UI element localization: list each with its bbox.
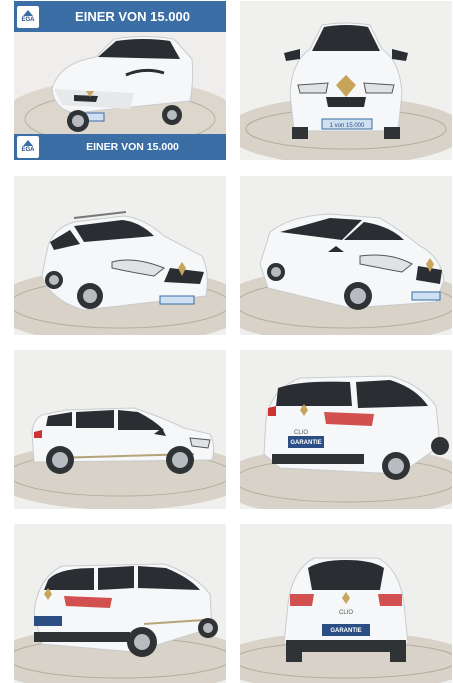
- ega-logo-text: EGA: [21, 16, 35, 23]
- car-photo-side-right: [14, 350, 226, 509]
- clio-badge: CLIO: [294, 430, 308, 436]
- banner-bottom-text: EINER VON 15.000: [86, 141, 179, 153]
- ega-logo: EGA: [17, 136, 39, 158]
- promo-banner-top: EGA EINER VON 15.000: [14, 1, 226, 32]
- car-photo-rear: CLIO GARANTIE: [240, 524, 452, 683]
- photo-tile-8[interactable]: CLIO GARANTIE: [240, 524, 452, 683]
- photo-tile-4[interactable]: [240, 176, 452, 335]
- photo-tile-5[interactable]: [14, 350, 226, 509]
- car-photo-front-left-3q: [14, 176, 226, 335]
- clio-badge-rear: CLIO: [339, 610, 353, 616]
- photo-tile-6[interactable]: GARANTIE CLIO: [240, 350, 452, 509]
- ega-logo-text: EGA: [21, 147, 35, 153]
- banner-top-text: EINER VON 15.000: [75, 9, 190, 24]
- promo-banner-bottom: EGA EINER VON 15.000: [14, 134, 226, 160]
- car-photo-front: 1 von 15.000: [240, 1, 452, 160]
- photo-gallery: EGA EINER VON 15.000 EGA EINER VON 15.00…: [14, 1, 453, 683]
- car-photo-rear-right-3q: GARANTIE CLIO: [240, 350, 452, 509]
- photo-tile-3[interactable]: [14, 176, 226, 335]
- car-photo-rear-left-3q: [14, 524, 226, 683]
- photo-tile-1[interactable]: EGA EINER VON 15.000 EGA EINER VON 15.00…: [14, 1, 226, 160]
- photo-tile-7[interactable]: [14, 524, 226, 683]
- front-plate-text: 1 von 15.000: [330, 123, 365, 129]
- photo-tile-2[interactable]: 1 von 15.000: [240, 1, 452, 160]
- ega-logo-icon: [23, 9, 33, 16]
- ega-logo: EGA: [17, 5, 39, 28]
- car-photo-front-right-3q: [240, 176, 452, 335]
- rear-plate-text: GARANTIE: [290, 440, 321, 446]
- rear-plate-text-2: GARANTIE: [330, 628, 361, 634]
- ega-logo-icon: [23, 140, 33, 146]
